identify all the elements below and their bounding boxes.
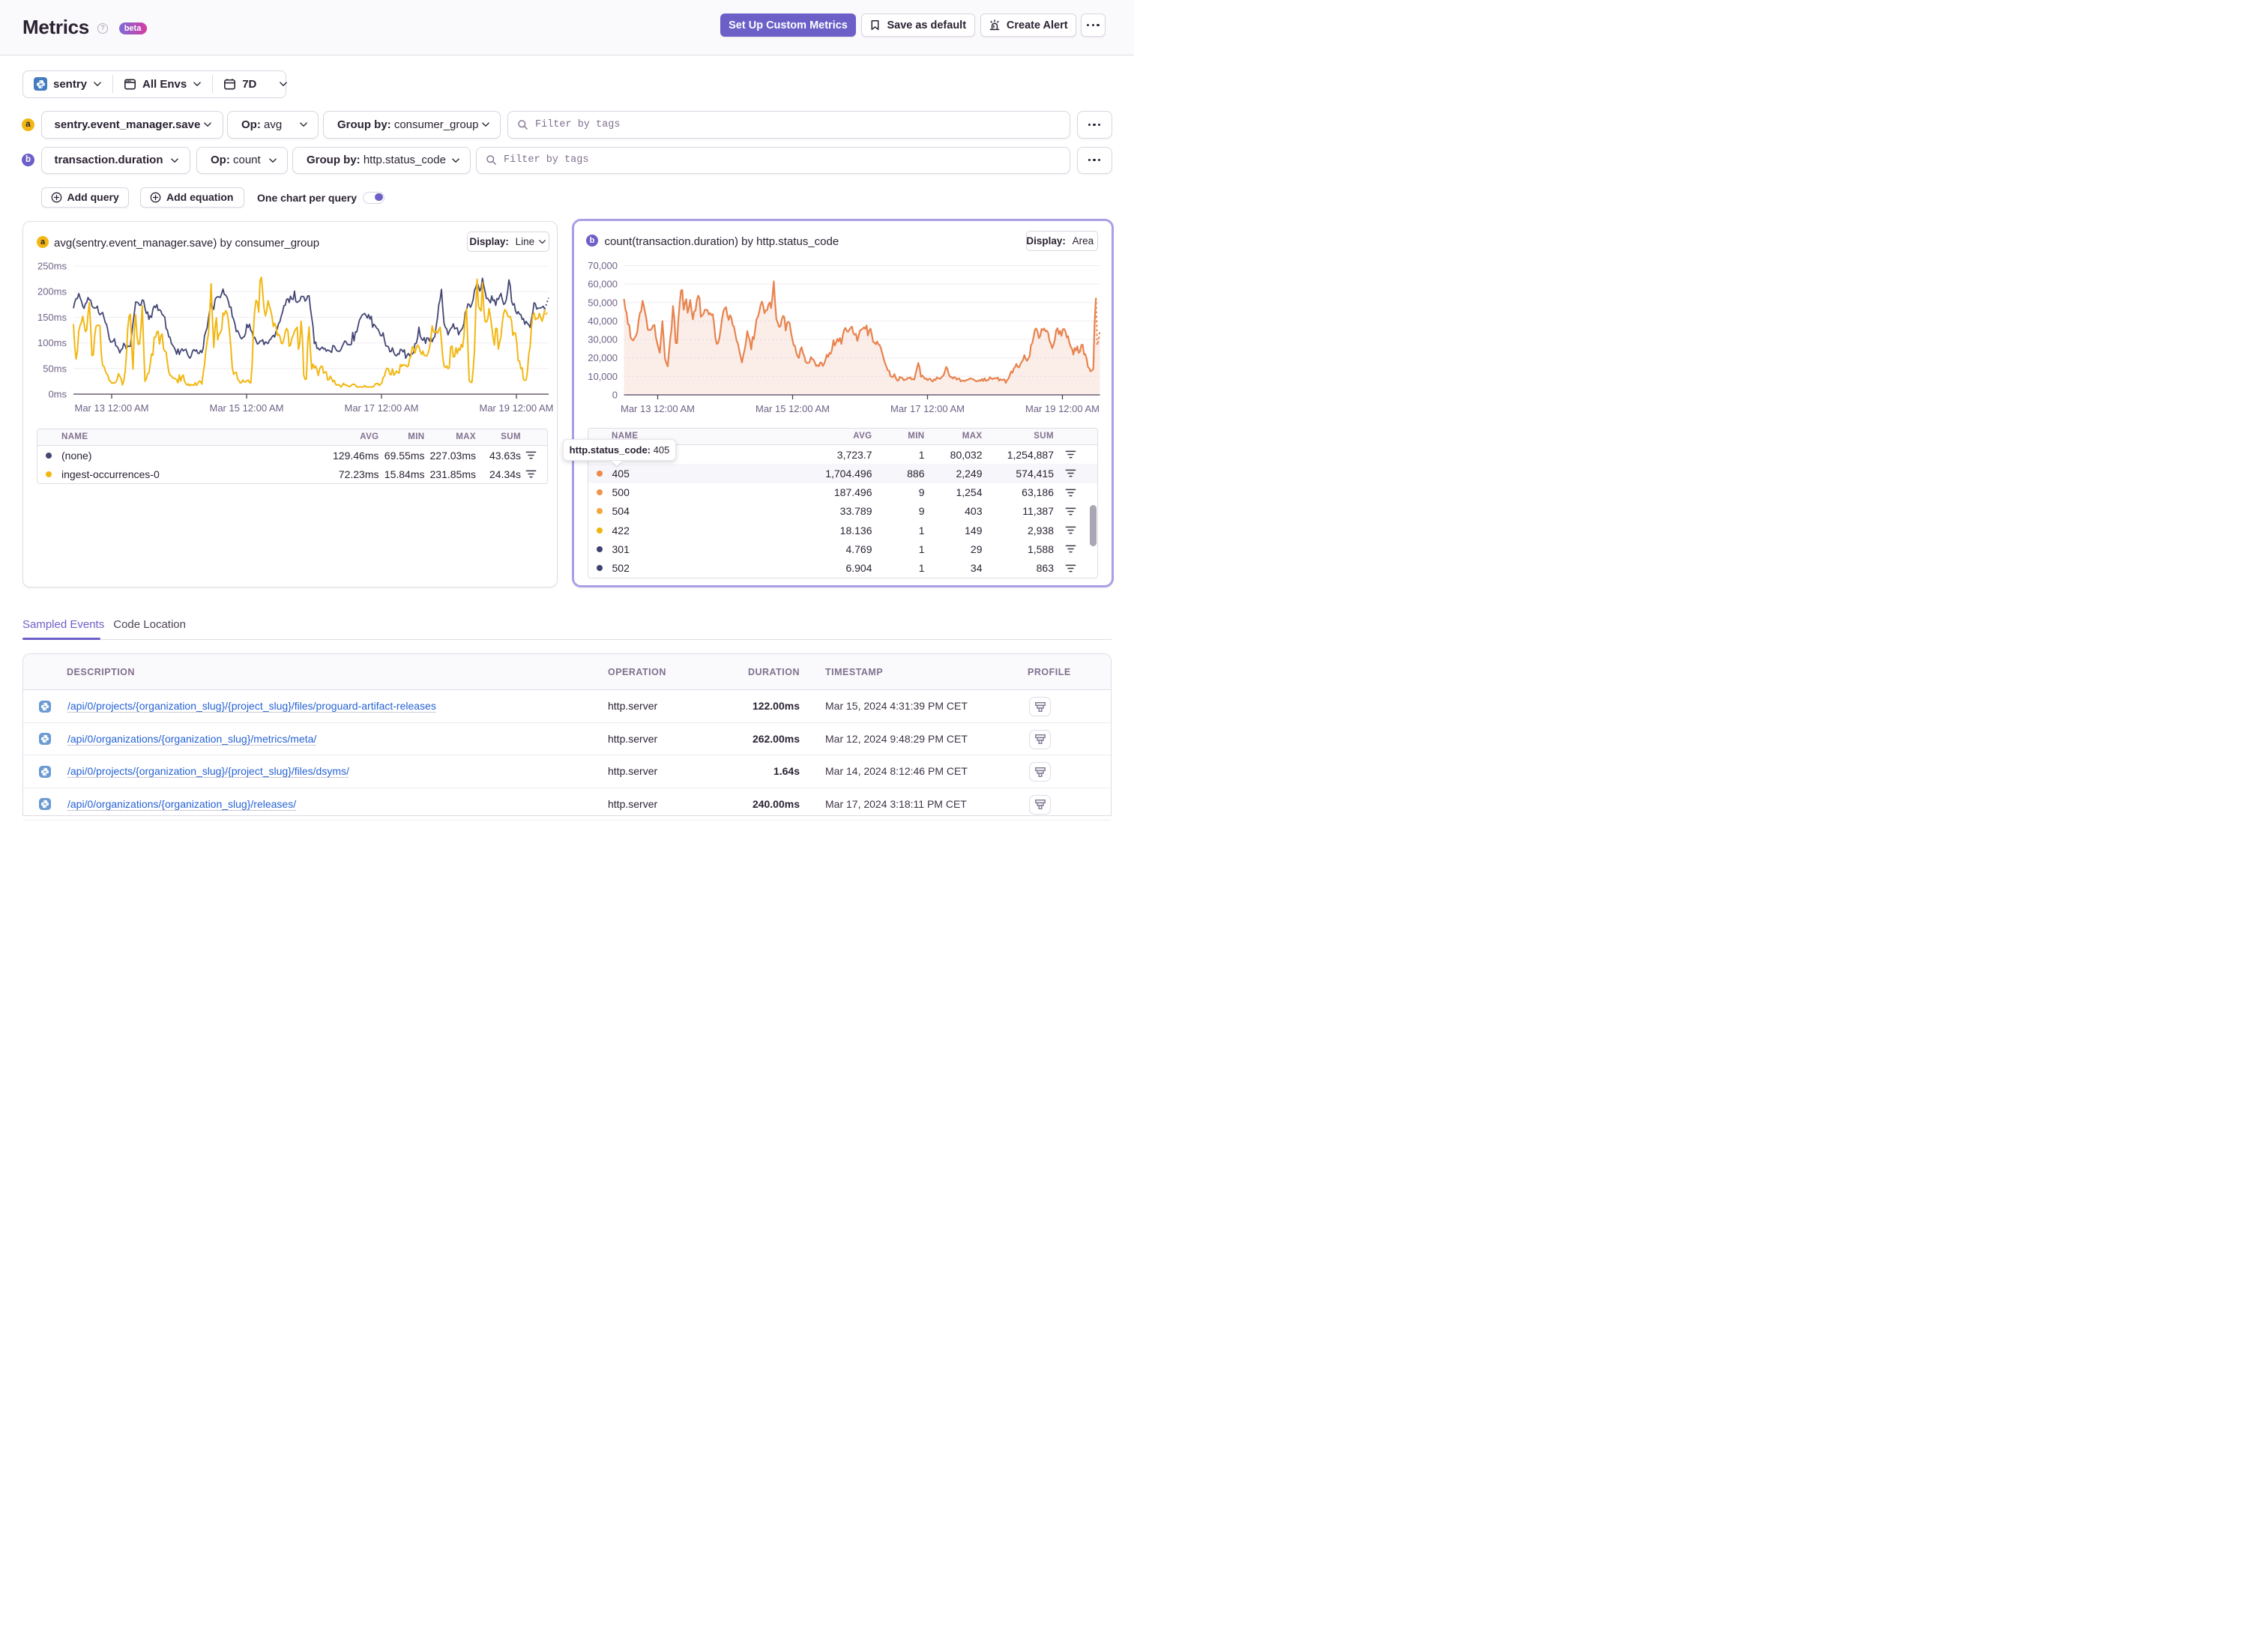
svg-text:Mar 17 12:00 AM: Mar 17 12:00 AM xyxy=(890,403,965,414)
svg-text:200ms: 200ms xyxy=(37,286,67,297)
svg-text:30,000: 30,000 xyxy=(588,334,618,345)
svg-text:70,000: 70,000 xyxy=(588,260,618,271)
svg-text:Mar 13 12:00 AM: Mar 13 12:00 AM xyxy=(75,402,149,414)
svg-text:250ms: 250ms xyxy=(37,261,67,272)
svg-text:150ms: 150ms xyxy=(37,312,67,323)
svg-text:Mar 15 12:00 AM: Mar 15 12:00 AM xyxy=(756,403,830,414)
svg-text:100ms: 100ms xyxy=(37,337,67,348)
svg-text:20,000: 20,000 xyxy=(588,352,618,363)
svg-text:0ms: 0ms xyxy=(48,389,67,400)
svg-text:60,000: 60,000 xyxy=(588,279,618,290)
svg-text:Mar 13 12:00 AM: Mar 13 12:00 AM xyxy=(621,403,695,414)
svg-text:50,000: 50,000 xyxy=(588,297,618,308)
svg-text:40,000: 40,000 xyxy=(588,315,618,327)
svg-text:Mar 15 12:00 AM: Mar 15 12:00 AM xyxy=(210,402,284,414)
svg-text:Mar 19 12:00 AM: Mar 19 12:00 AM xyxy=(480,402,554,414)
svg-text:Mar 19 12:00 AM: Mar 19 12:00 AM xyxy=(1025,403,1100,414)
svg-text:0: 0 xyxy=(612,390,617,401)
svg-text:Mar 17 12:00 AM: Mar 17 12:00 AM xyxy=(345,402,419,414)
svg-text:50ms: 50ms xyxy=(43,363,67,374)
svg-text:10,000: 10,000 xyxy=(588,371,618,382)
